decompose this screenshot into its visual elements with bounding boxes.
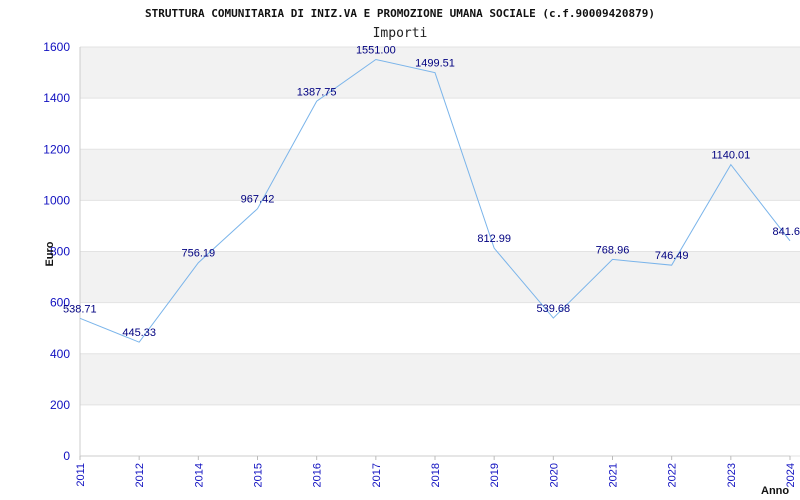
data-label: 538.71 bbox=[63, 303, 97, 315]
x-tick-label: 2017 bbox=[371, 463, 383, 487]
grid-band bbox=[80, 404, 800, 456]
x-tick-label: 2023 bbox=[726, 463, 738, 487]
x-tick-label: 2015 bbox=[253, 463, 265, 487]
y-tick-label: 1600 bbox=[43, 40, 70, 54]
x-tick-label: 2012 bbox=[134, 463, 146, 487]
data-label: 1387.75 bbox=[297, 86, 337, 98]
grid-band bbox=[80, 47, 800, 99]
y-axis-label: Euro bbox=[44, 241, 56, 266]
x-tick-label: 2018 bbox=[430, 463, 442, 487]
data-label: 841.6 bbox=[772, 226, 800, 238]
y-tick-label: 400 bbox=[50, 347, 70, 361]
x-tick-label: 2022 bbox=[667, 463, 679, 487]
x-tick-label: 2011 bbox=[75, 463, 87, 487]
chart-title: STRUTTURA COMUNITARIA DI INIZ.VA E PROMO… bbox=[145, 7, 655, 20]
y-tick-label: 200 bbox=[50, 398, 70, 412]
x-tick-label: 2024 bbox=[785, 463, 797, 487]
data-label: 539.68 bbox=[537, 303, 571, 315]
y-tick-label: 1200 bbox=[43, 142, 70, 156]
grid-band bbox=[80, 302, 800, 354]
grid-band bbox=[80, 353, 800, 405]
data-label: 768.96 bbox=[596, 244, 630, 256]
y-tick-label: 1400 bbox=[43, 91, 70, 105]
line-chart: 02004006008001000120014001600 2011 2012 20… bbox=[43, 7, 800, 497]
x-tick-label: 2014 bbox=[193, 463, 205, 487]
x-tick-label: 2021 bbox=[608, 463, 620, 487]
x-tick-label: 2019 bbox=[489, 463, 501, 487]
y-tick-label: 1000 bbox=[43, 193, 70, 207]
grid-band bbox=[80, 149, 800, 201]
grid-band bbox=[80, 98, 800, 150]
grid-band bbox=[80, 200, 800, 252]
data-label: 1499.51 bbox=[415, 58, 455, 70]
x-tick-label: 2016 bbox=[312, 463, 324, 487]
x-axis-label: Anno bbox=[761, 485, 789, 497]
data-label: 812.99 bbox=[477, 233, 511, 245]
data-label: 1140.01 bbox=[711, 150, 750, 162]
data-label: 746.49 bbox=[655, 250, 689, 262]
chart-subtitle: Importi bbox=[373, 26, 428, 41]
data-label: 445.33 bbox=[122, 327, 156, 339]
data-label: 1551.00 bbox=[356, 45, 396, 57]
x-tick-labels: 2011 2012 2014 2015 2016 2017 2018 2019 2020 2021… bbox=[75, 456, 797, 487]
x-tick-label: 2020 bbox=[548, 463, 560, 487]
y-tick-label: 0 bbox=[63, 449, 70, 463]
data-label: 756.19 bbox=[182, 248, 216, 260]
data-label: 967.42 bbox=[241, 194, 275, 206]
